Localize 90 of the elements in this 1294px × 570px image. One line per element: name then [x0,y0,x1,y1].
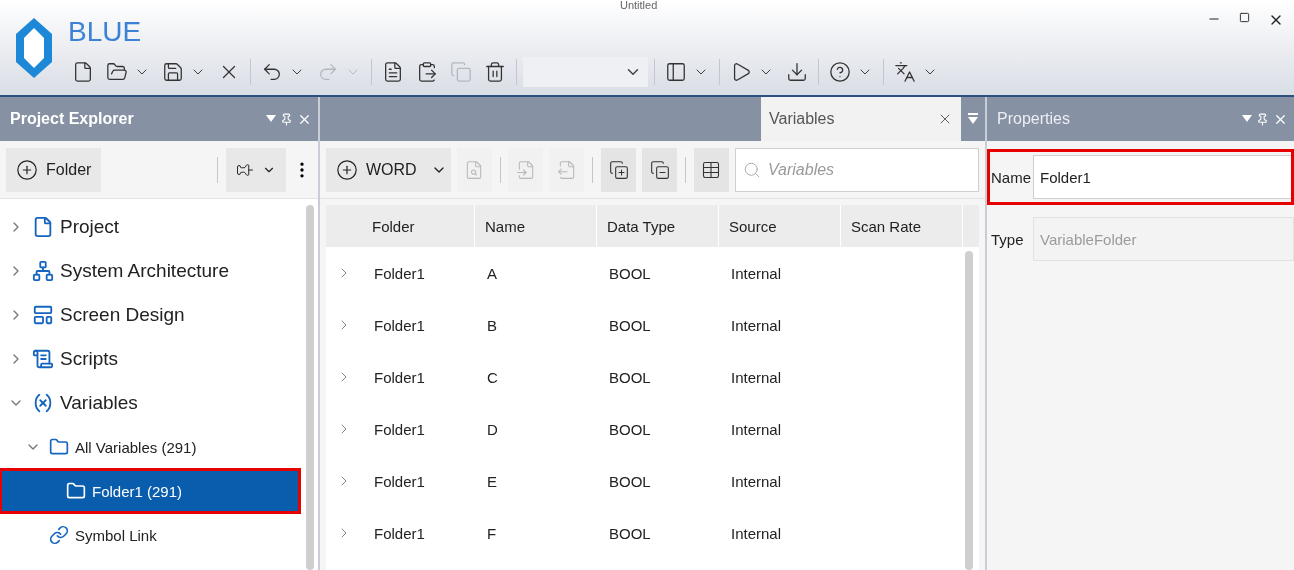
dropdown-triangle-icon[interactable] [266,115,276,123]
column-header[interactable]: Folder [362,205,475,247]
property-field[interactable]: Folder1 [1033,155,1294,199]
tree-item[interactable]: Project [0,205,300,249]
column-header[interactable]: Name [475,205,597,247]
layout-icon [32,304,54,326]
variable-icon [32,392,54,414]
table-cell-text: BOOL [608,264,652,282]
plus-circle-icon [16,158,38,181]
scrollbar[interactable] [306,205,314,570]
link-icon [49,525,69,545]
editor-tab[interactable]: Variables [761,97,961,141]
field-label: Type [991,230,1025,248]
tree-item[interactable]: System Architecture [0,249,300,293]
folder-icon [66,481,86,501]
tool-button[interactable] [601,147,637,192]
tree-item[interactable]: All Variables (291) [0,425,300,469]
table-cell-text: Internal [730,316,783,334]
search-icon [743,160,761,179]
tree-item[interactable]: Folder1 (291) [0,469,300,513]
column-header[interactable]: Source [719,205,841,247]
network-icon [32,260,54,282]
tree-item[interactable]: Variables [0,381,300,425]
export-icon [556,159,577,180]
table-cell-text: Folder1 [373,264,426,282]
table-cell-text: Folder1 [373,524,426,542]
table-cell-text: BOOL [608,368,652,386]
column-header[interactable]: Scan Rate [841,205,963,247]
table-cell-text: F [486,524,498,542]
help-icon [829,61,851,83]
table-cell-text: BOOL [608,524,652,542]
tree-item[interactable]: Scripts [0,337,300,381]
pin-dropdown-button[interactable] [226,147,286,192]
pin-icon[interactable] [280,112,293,126]
table-cell-text: D [486,420,499,438]
script-icon [32,348,54,370]
copy-plus-icon [608,159,629,180]
table-cell-text: Folder1 [373,472,426,490]
open-folder-icon [106,61,128,83]
redo-icon [317,61,339,83]
table-cell-text: Folder1 [373,420,426,438]
table-cell-text: C [486,368,499,386]
panel-title: Project Explorer [10,110,134,128]
tree-item[interactable]: Symbol Link [0,513,300,557]
table-cell-text: Internal [730,264,783,282]
pin-icon[interactable] [1256,112,1269,126]
save-icon [162,61,184,83]
column-header[interactable]: Data Type [597,205,719,247]
hexagon-logo-icon [14,15,54,80]
dropdown-button[interactable] [426,147,451,192]
dropdown-triangle-icon[interactable] [1242,115,1252,123]
panel-title: Properties [997,110,1070,128]
table-cell-text: Internal [730,472,783,490]
language-icon [894,61,916,83]
table-cell-text: BOOL [608,316,652,334]
trash-icon [484,61,506,83]
table-cell-text: BOOL [608,420,652,438]
table-settings-icon [701,159,722,180]
tool-button[interactable] [642,147,678,192]
table-cell-text: Internal [730,420,783,438]
add-word-button[interactable]: WORD [326,147,427,192]
table-cell-text: A [486,264,498,282]
copy-icon [450,61,472,83]
table-cell-text: Internal [730,524,783,542]
paste-icon [416,61,438,83]
table-cell-text: E [486,472,498,490]
tab-menu-icon[interactable] [968,113,978,125]
search-field[interactable]: Variables [735,147,979,192]
table-cell-text: B [486,316,498,334]
tool-button[interactable] [693,147,729,192]
maximize-icon [1239,12,1250,23]
scrollbar[interactable] [965,251,973,570]
table-cell-text: Internal [730,368,783,386]
tree-item[interactable]: Screen Design [0,293,300,337]
download-icon [786,61,808,83]
table-cell-text: Folder1 [373,368,426,386]
folder-icon [49,437,69,457]
window-title: Untitled [620,0,658,10]
add-folder-button[interactable]: Folder [6,147,102,192]
plus-circle-icon [336,158,358,181]
undo-icon [261,61,283,83]
document-icon [32,216,54,238]
new-file-icon [72,61,94,83]
document-icon [382,61,404,83]
layout-icon [665,61,687,83]
app-name: BLUE [68,15,142,49]
copy-minus-icon [649,159,670,180]
table-cell-text: BOOL [608,472,652,490]
import-icon [515,159,536,180]
table-cell-text: Folder1 [373,316,426,334]
